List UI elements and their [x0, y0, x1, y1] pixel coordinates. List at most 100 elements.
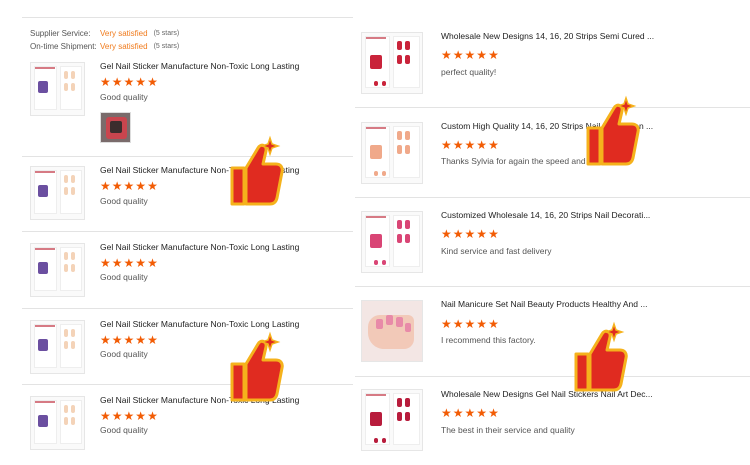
product-title-link[interactable]: Nail Manicure Set Nail Beauty Products H…: [441, 299, 661, 309]
divider: [355, 197, 750, 198]
divider: [22, 156, 353, 157]
review-comment: Kind service and fast delivery: [441, 246, 552, 256]
review-comment: The best in their service and quality: [441, 425, 575, 435]
star-rating: ★ ★ ★ ★ ★: [100, 76, 158, 88]
star-rating: ★ ★ ★ ★ ★: [100, 410, 158, 422]
star-icon: ★: [135, 256, 147, 270]
left-review-column: Supplier Service: Very satisfied (5 star…: [22, 0, 353, 465]
star-icon: ★: [135, 333, 147, 347]
product-title-link[interactable]: Gel Nail Sticker Manufacture Non-Toxic L…: [100, 61, 300, 71]
star-icon: ★: [476, 48, 488, 62]
review-comment: Good quality: [100, 425, 148, 435]
star-icon: ★: [476, 138, 488, 152]
star-icon: ★: [135, 179, 147, 193]
thumbs-up-sticker-icon: [230, 135, 284, 206]
star-icon: ★: [147, 179, 158, 193]
review-comment: perfect quality!: [441, 67, 497, 77]
product-thumbnail[interactable]: [30, 62, 85, 116]
divider: [355, 286, 750, 287]
star-icon: ★: [147, 409, 158, 423]
product-title-link[interactable]: Gel Nail Sticker Manufacture Non-Toxic L…: [100, 242, 300, 252]
divider: [22, 384, 353, 385]
star-icon: ★: [452, 227, 464, 241]
product-thumbnail[interactable]: [361, 300, 423, 362]
star-icon: ★: [488, 227, 499, 241]
star-icon: ★: [452, 138, 464, 152]
product-thumbnail[interactable]: [30, 243, 85, 297]
star-icon: ★: [464, 48, 476, 62]
star-icon: ★: [488, 406, 499, 420]
star-icon: ★: [441, 406, 452, 420]
star-rating: ★ ★ ★ ★ ★: [100, 180, 158, 192]
star-icon: ★: [441, 227, 452, 241]
product-thumbnail[interactable]: [361, 211, 423, 273]
divider: [355, 376, 750, 377]
star-icon: ★: [452, 317, 464, 331]
divider: [355, 107, 750, 108]
star-icon: ★: [147, 256, 158, 270]
product-thumbnail[interactable]: [361, 122, 423, 184]
product-thumbnail[interactable]: [361, 32, 423, 94]
star-icon: ★: [100, 75, 111, 89]
star-icon: ★: [441, 317, 452, 331]
star-icon: ★: [464, 227, 476, 241]
star-icon: ★: [100, 409, 111, 423]
supplier-service-row: Supplier Service: Very satisfied (5 star…: [30, 27, 179, 40]
star-icon: ★: [147, 75, 158, 89]
thumbs-up-sticker-icon: [230, 331, 284, 402]
review-comment: Good quality: [100, 196, 148, 206]
ontime-shipment-row: On-time Shipment: Very satisfied (5 star…: [30, 40, 179, 53]
star-icon: ★: [135, 75, 147, 89]
star-icon: ★: [464, 138, 476, 152]
star-icon: ★: [123, 256, 135, 270]
star-icon: ★: [464, 317, 476, 331]
star-icon: ★: [100, 179, 111, 193]
product-thumbnail[interactable]: [30, 396, 85, 450]
star-icon: ★: [452, 48, 464, 62]
product-thumbnail[interactable]: [30, 320, 85, 374]
star-icon: ★: [111, 256, 123, 270]
star-icon: ★: [488, 317, 499, 331]
star-icon: ★: [123, 409, 135, 423]
product-title-link[interactable]: Wholesale New Designs Gel Nail Stickers …: [441, 389, 661, 399]
star-icon: ★: [476, 317, 488, 331]
product-title-link[interactable]: Wholesale New Designs 14, 16, 20 Strips …: [441, 31, 661, 41]
product-title-link[interactable]: Customized Wholesale 14, 16, 20 Strips N…: [441, 210, 661, 220]
star-icon: ★: [100, 256, 111, 270]
review-comment: Good quality: [100, 272, 148, 282]
star-icon: ★: [123, 179, 135, 193]
star-icon: ★: [452, 406, 464, 420]
star-icon: ★: [100, 333, 111, 347]
star-icon: ★: [488, 138, 499, 152]
divider: [22, 308, 353, 309]
ontime-shipment-stars: (5 stars): [153, 43, 180, 50]
product-thumbnail[interactable]: [361, 389, 423, 451]
star-icon: ★: [111, 75, 123, 89]
supplier-service-stars: (5 stars): [153, 30, 180, 37]
star-rating: ★ ★ ★ ★ ★: [100, 334, 158, 346]
supplier-service-value: Very satisfied: [100, 29, 148, 38]
star-icon: ★: [111, 179, 123, 193]
review-comment: Good quality: [100, 92, 148, 102]
ontime-shipment-label: On-time Shipment:: [30, 42, 97, 51]
star-icon: ★: [147, 333, 158, 347]
product-thumbnail[interactable]: [30, 166, 85, 220]
star-icon: ★: [441, 48, 452, 62]
star-icon: ★: [111, 409, 123, 423]
star-rating: ★ ★ ★ ★ ★: [441, 228, 499, 240]
supplier-service-label: Supplier Service:: [30, 29, 91, 38]
star-icon: ★: [476, 227, 488, 241]
star-icon: ★: [123, 75, 135, 89]
star-icon: ★: [488, 48, 499, 62]
star-rating: ★ ★ ★ ★ ★: [441, 49, 499, 61]
thumbs-up-sticker-icon: [586, 95, 640, 166]
ontime-shipment-value: Very satisfied: [100, 42, 148, 51]
divider: [22, 231, 353, 232]
star-icon: ★: [441, 138, 452, 152]
star-rating: ★ ★ ★ ★ ★: [441, 318, 499, 330]
star-icon: ★: [464, 406, 476, 420]
supplier-ratings: Supplier Service: Very satisfied (5 star…: [30, 27, 179, 53]
review-photo[interactable]: [100, 112, 131, 143]
star-icon: ★: [123, 333, 135, 347]
thumbs-up-sticker-icon: [574, 321, 628, 392]
